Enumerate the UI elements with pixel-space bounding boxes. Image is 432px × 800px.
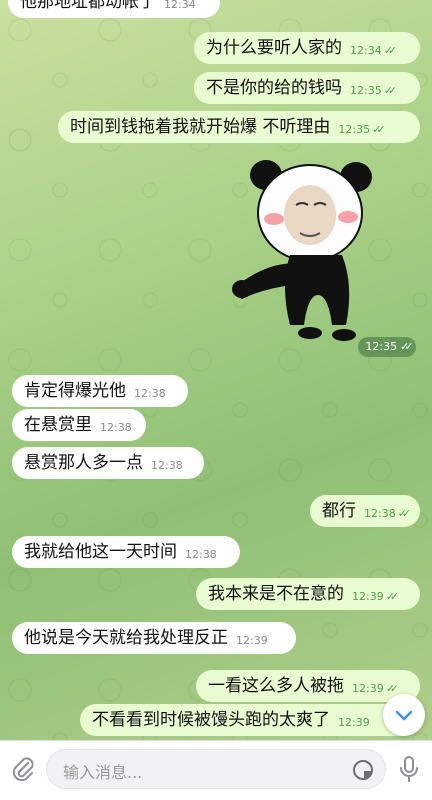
message-text: 肯定得爆光他 (24, 381, 126, 401)
message-outgoing[interactable]: 我本来是不在意的 12:39 ✓✓ (196, 578, 420, 610)
paperclip-icon[interactable] (10, 755, 36, 783)
message-text: 不看看到时候被馒头跑的太爽了 (92, 710, 330, 730)
panda-meme-sticker[interactable] (230, 155, 380, 345)
message-input[interactable]: 输入消息... (46, 749, 386, 789)
message-time: 12:35 (338, 123, 371, 136)
message-outgoing[interactable]: 为什么要听人家的 12:34 ✓✓ (194, 32, 420, 64)
message-outgoing[interactable]: 时间到钱拖着我就开始爆 不听理由 12:35 ✓✓ (58, 111, 420, 143)
message-time: 12:38 (185, 548, 217, 561)
message-text: 我本来是不在意的 (208, 584, 344, 604)
message-time: 12:35 (350, 84, 382, 97)
sticker-emoji-icon[interactable] (351, 758, 375, 782)
message-time: 12:38 (151, 459, 183, 472)
message-text: 一看这么多人被拖 (208, 676, 344, 696)
message-incoming[interactable]: 悬赏那人多一点 12:38 (12, 447, 204, 479)
message-outgoing[interactable]: 都行 12:38 ✓✓ (310, 495, 420, 527)
message-outgoing[interactable]: 不看看到时候被馒头跑的太爽了 12:39 (80, 704, 420, 736)
message-time: 12:38 (364, 507, 396, 520)
message-time: 12:34 (164, 0, 196, 11)
message-text: 不是你的给的钱吗 (206, 78, 342, 98)
message-text: 他说是今天就给我处理反正 (24, 628, 228, 648)
message-input-placeholder: 输入消息... (63, 763, 143, 782)
message-text: 在悬赏里 (24, 415, 92, 435)
message-text: 都行 (322, 501, 356, 521)
chevron-down-icon (395, 710, 413, 721)
microphone-icon[interactable] (396, 754, 422, 784)
message-outgoing[interactable]: 不是你的给的钱吗 12:35 ✓✓ (194, 72, 420, 104)
read-check-icon: ✓✓ (400, 340, 414, 353)
sticker-time: 12:35 (365, 340, 398, 353)
message-time: 12:39 (352, 682, 384, 695)
scroll-down-button[interactable] (383, 694, 425, 736)
message-incoming[interactable]: 肯定得爆光他 12:38 (12, 375, 188, 407)
read-check-icon: ✓✓ (372, 123, 386, 136)
message-incoming[interactable]: 在悬赏里 12:38 (12, 409, 146, 441)
message-text: 我就给他这一天时间 (24, 542, 177, 562)
read-check-icon: ✓✓ (385, 590, 400, 603)
message-text: 时间到钱拖着我就开始爆 不听理由 (70, 117, 331, 137)
chat-screen: 他那地址都动帐了 12:34 为什么要听人家的 12:34 ✓✓ 不是你的给的钱… (0, 0, 432, 800)
message-time: 12:39 (236, 634, 268, 647)
message-time: 12:34 (350, 44, 382, 57)
read-check-icon: ✓✓ (383, 84, 398, 97)
message-text: 悬赏那人多一点 (24, 453, 143, 473)
message-text: 他那地址都动帐了 (20, 0, 156, 12)
message-text: 为什么要听人家的 (206, 38, 342, 58)
message-input-bar: 输入消息... (0, 740, 432, 800)
message-time: 12:39 (352, 590, 384, 603)
sticker-time-badge: 12:35 ✓✓ (358, 337, 416, 357)
message-incoming[interactable]: 他说是今天就给我处理反正 12:39 (12, 622, 296, 654)
message-outgoing[interactable]: 一看这么多人被拖 12:39 ✓✓ (196, 670, 420, 702)
message-time: 12:38 (100, 421, 132, 434)
read-check-icon: ✓✓ (383, 44, 398, 57)
message-time: 12:39 (338, 716, 370, 729)
message-time: 12:38 (134, 387, 166, 400)
message-incoming[interactable]: 我就给他这一天时间 12:38 (12, 536, 240, 568)
read-check-icon: ✓✓ (397, 507, 412, 520)
message-incoming[interactable]: 他那地址都动帐了 12:34 (8, 0, 220, 18)
